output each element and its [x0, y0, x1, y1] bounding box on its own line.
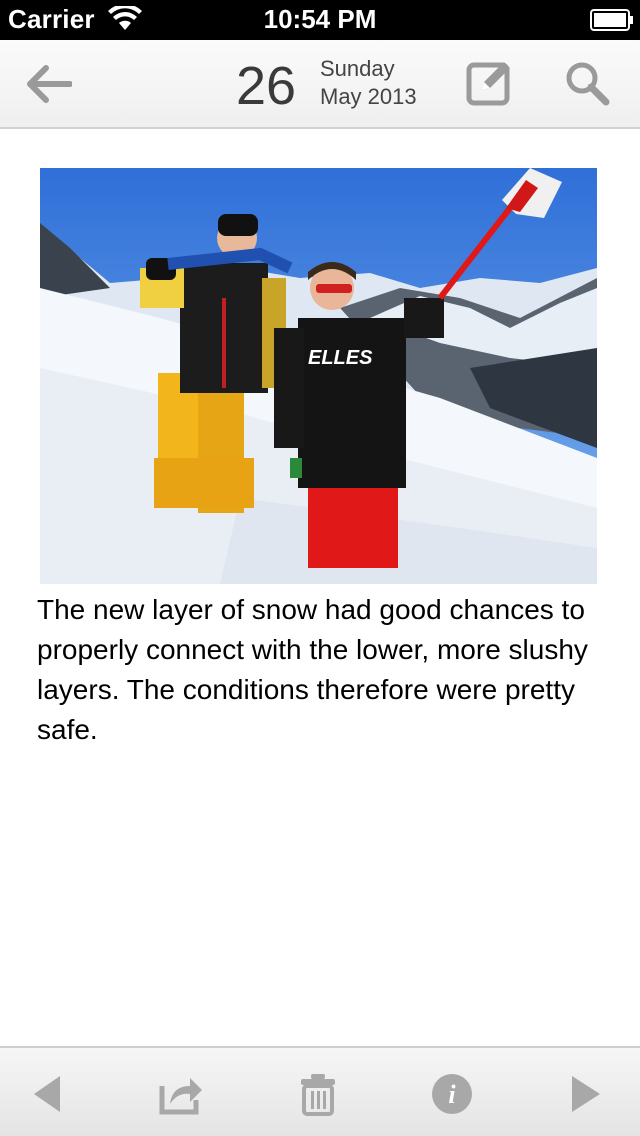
trash-icon[interactable] — [298, 1072, 338, 1116]
snow-photo-illustration: ELLES — [40, 168, 597, 584]
previous-icon[interactable] — [28, 1072, 72, 1116]
compose-icon[interactable] — [466, 58, 514, 106]
next-icon[interactable] — [568, 1072, 612, 1116]
date-month-year: May 2013 — [320, 84, 417, 109]
info-icon[interactable]: i — [430, 1072, 474, 1116]
shirt-text: ELLES — [308, 347, 373, 369]
status-bar: Carrier 10:54 PM — [0, 0, 640, 40]
clock: 10:54 PM — [263, 4, 377, 34]
battery-icon — [590, 9, 633, 31]
entry-body-text: The new layer of snow had good chances t… — [37, 594, 588, 745]
date-day: 26 — [236, 56, 297, 116]
entry-photo[interactable]: ELLES — [40, 168, 597, 584]
nav-header: 26 Sunday May 2013 — [0, 40, 640, 129]
info-glyph: i — [448, 1080, 456, 1109]
back-arrow-icon[interactable] — [26, 62, 72, 106]
share-icon[interactable] — [158, 1072, 204, 1116]
bottom-toolbar: i — [0, 1046, 640, 1136]
date-weekday: Sunday — [320, 56, 395, 81]
search-icon[interactable] — [564, 60, 610, 106]
